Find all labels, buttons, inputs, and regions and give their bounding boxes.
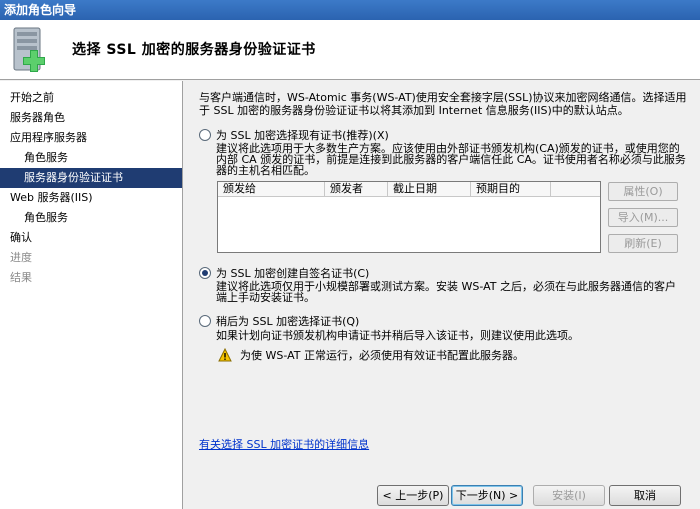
- option-existing-desc: 建议将此选项用于大多数生产方案。应该使用由外部证书颁发机构(CA)颁发的证书，或…: [216, 142, 686, 177]
- warning-message: 为使 WS-AT 正常运行，必须使用有效证书配置此服务器。: [218, 347, 524, 363]
- option-existing-label[interactable]: 为 SSL 加密选择现有证书(推荐)(X): [216, 127, 389, 143]
- sidebar-item-role-services[interactable]: 角色服务: [0, 148, 182, 168]
- more-info-link[interactable]: 有关选择 SSL 加密证书的详细信息: [199, 436, 369, 452]
- option-select-later[interactable]: 稍后为 SSL 加密选择证书(Q): [199, 313, 359, 329]
- wizard-content: 与客户端通信时，WS-Atomic 事务(WS-AT)使用安全套接字层(SSL)…: [184, 81, 700, 481]
- column-intended-purposes[interactable]: 预期目的: [471, 182, 551, 197]
- wizard-steps-sidebar: 开始之前 服务器角色 应用程序服务器 角色服务 服务器身份验证证书 Web 服务…: [0, 81, 183, 509]
- import-button[interactable]: 导入(M)...: [608, 208, 678, 227]
- option-selfsigned-desc: 建议将此选项仅用于小规模部署或测试方案。安装 WS-AT 之后，必须在与此服务器…: [216, 280, 676, 304]
- sidebar-item-iis-role-services[interactable]: 角色服务: [0, 208, 182, 228]
- install-button[interactable]: 安装(I): [533, 485, 605, 506]
- sidebar-item-server-roles[interactable]: 服务器角色: [0, 108, 182, 128]
- radio-select-later[interactable]: [199, 315, 211, 327]
- properties-button[interactable]: 属性(O): [608, 182, 678, 201]
- certificate-list[interactable]: 颁发给 颁发者 截止日期 预期目的: [217, 181, 601, 253]
- warning-text: 为使 WS-AT 正常运行，必须使用有效证书配置此服务器。: [240, 349, 524, 362]
- sidebar-item-confirmation[interactable]: 确认: [0, 228, 182, 248]
- window-titlebar: 添加角色向导: [0, 0, 700, 20]
- server-add-icon: [13, 27, 45, 72]
- next-button[interactable]: 下一步(N) >: [451, 485, 523, 506]
- option-existing-certificate[interactable]: 为 SSL 加密选择现有证书(推荐)(X): [199, 127, 389, 143]
- option-self-signed-certificate[interactable]: 为 SSL 加密创建自签名证书(C): [199, 265, 369, 281]
- radio-self-signed-certificate[interactable]: [199, 267, 211, 279]
- option-later-label[interactable]: 稍后为 SSL 加密选择证书(Q): [216, 313, 359, 329]
- warning-icon: [218, 348, 232, 362]
- certificate-list-header: 颁发给 颁发者 截止日期 预期目的: [218, 182, 600, 197]
- sidebar-item-results: 结果: [10, 271, 32, 284]
- page-title: 选择 SSL 加密的服务器身份验证证书: [72, 42, 316, 58]
- radio-existing-certificate[interactable]: [199, 129, 211, 141]
- back-button[interactable]: < 上一步(P): [377, 485, 449, 506]
- column-issued-to[interactable]: 颁发给: [218, 182, 325, 197]
- sidebar-item-application-server[interactable]: 应用程序服务器: [0, 128, 182, 148]
- column-expiration-date[interactable]: 截止日期: [388, 182, 471, 197]
- sidebar-item-progress: 进度: [10, 251, 32, 264]
- refresh-button[interactable]: 刷新(E): [608, 234, 678, 253]
- sidebar-item-server-auth-certificate[interactable]: 服务器身份验证证书: [0, 168, 182, 188]
- cancel-button[interactable]: 取消: [609, 485, 681, 506]
- sidebar-item-before-you-begin[interactable]: 开始之前: [0, 88, 182, 108]
- option-selfsigned-label[interactable]: 为 SSL 加密创建自签名证书(C): [216, 265, 369, 281]
- intro-text: 与客户端通信时，WS-Atomic 事务(WS-AT)使用安全套接字层(SSL)…: [199, 91, 687, 117]
- wizard-header: 选择 SSL 加密的服务器身份验证证书: [0, 20, 700, 80]
- option-later-desc: 如果计划向证书颁发机构申请证书并稍后导入该证书，则建议使用此选项。: [216, 329, 579, 342]
- column-issued-by[interactable]: 颁发者: [325, 182, 388, 197]
- wizard-footer: < 上一步(P) 下一步(N) > 安装(I) 取消: [184, 480, 700, 509]
- sidebar-item-web-server-iis[interactable]: Web 服务器(IIS): [0, 188, 182, 208]
- window-title: 添加角色向导: [4, 3, 77, 17]
